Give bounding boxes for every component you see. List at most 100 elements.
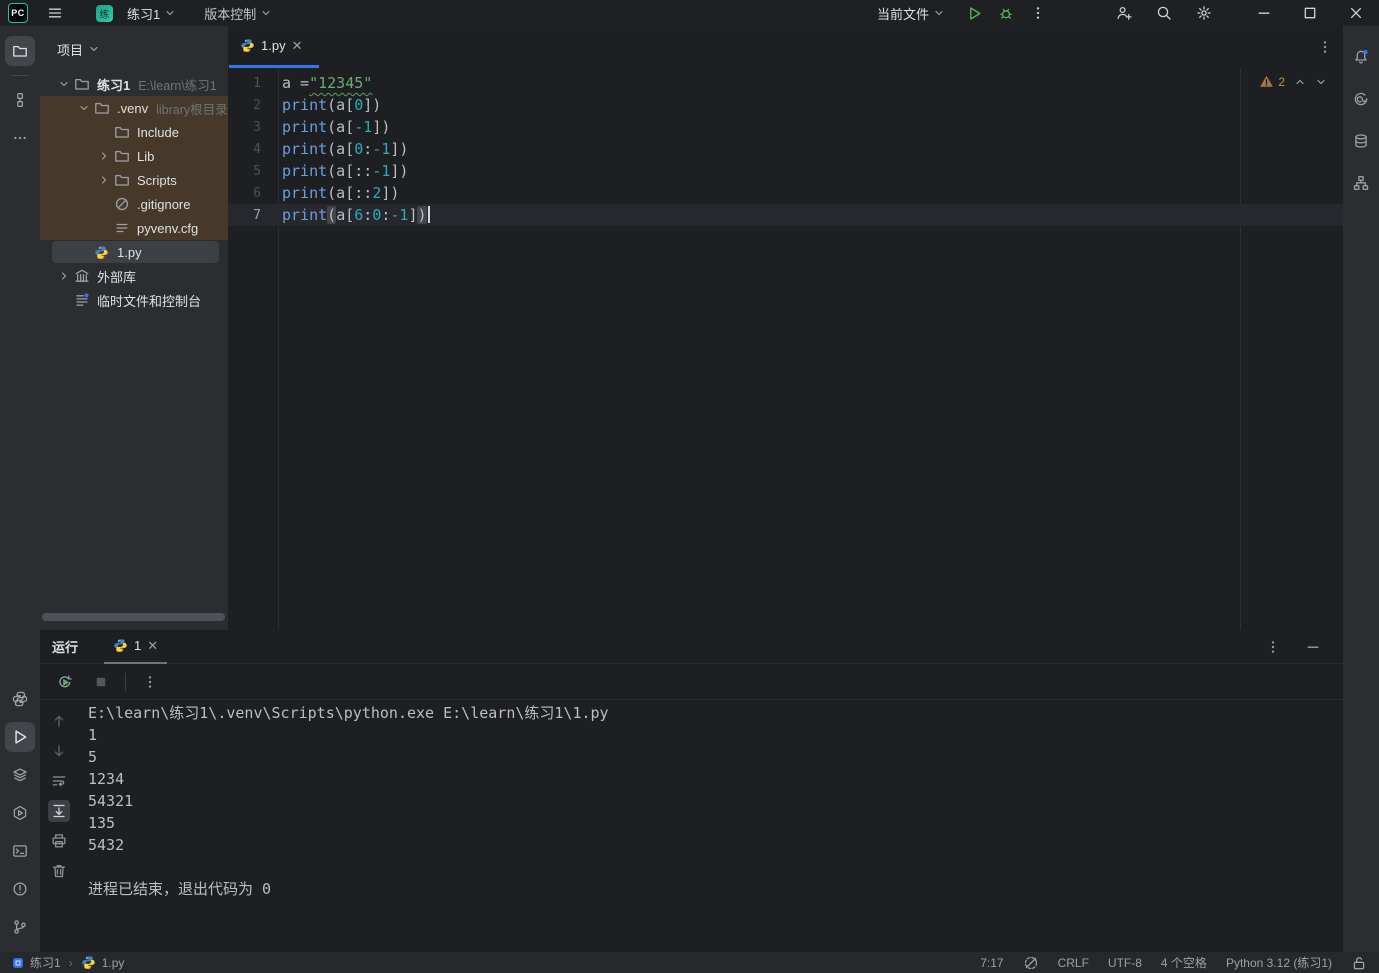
code-line[interactable]: 6print(a[::2]): [228, 182, 1343, 204]
rerun-button[interactable]: [53, 670, 77, 694]
code-editor-area[interactable]: 1a ="12345"2print(a[0])3print(a[-1])4pri…: [228, 68, 1343, 630]
python-icon: [81, 955, 96, 970]
console-line: E:\learn\练习1\.venv\Scripts\python.exe E:…: [88, 702, 1343, 724]
tree-item[interactable]: .gitignore: [40, 192, 228, 216]
tree-item-secondary: library根目录: [156, 99, 228, 118]
line-number: 5: [228, 164, 278, 179]
debug-button[interactable]: [993, 2, 1019, 24]
run-tool-button[interactable]: [5, 722, 35, 752]
line-separator[interactable]: CRLF: [1058, 956, 1089, 970]
prev-problem-button[interactable]: [1294, 76, 1306, 88]
tree-item[interactable]: Lib: [40, 144, 228, 168]
tree-item-label: 1.py: [117, 245, 142, 260]
breadcrumb-label[interactable]: 练习1: [30, 954, 61, 971]
tree-item-secondary: E:\learn\练习1: [138, 75, 217, 94]
chevron-down-icon[interactable]: [54, 78, 74, 90]
window-close-button[interactable]: [1333, 0, 1379, 26]
tree-item[interactable]: Scripts: [40, 168, 228, 192]
code-line[interactable]: 7print(a[6:0:-1]): [228, 204, 1343, 226]
token-plain: ]): [390, 140, 408, 158]
code-text: print(a[::-1]): [278, 162, 408, 180]
code-line[interactable]: 4print(a[0:-1]): [228, 138, 1343, 160]
hide-panel-button[interactable]: [1301, 635, 1325, 659]
tree-item[interactable]: 临时文件和控制台: [40, 288, 228, 312]
code-line[interactable]: 1a ="12345": [228, 72, 1343, 94]
vcs-menu[interactable]: 版本控制: [204, 4, 272, 23]
run-config-selector[interactable]: 当前文件: [877, 4, 945, 23]
tree-item[interactable]: 外部库: [40, 264, 228, 288]
project-panel-header[interactable]: 项目: [40, 26, 228, 72]
bug-icon: [998, 5, 1014, 21]
indent-style[interactable]: 4 个空格: [1161, 954, 1207, 971]
write-access-lock[interactable]: [1351, 955, 1367, 971]
hierarchy-icon: [1353, 175, 1369, 191]
run-console-output[interactable]: E:\learn\练习1\.venv\Scripts\python.exe E:…: [78, 700, 1343, 952]
python-interpreter[interactable]: Python 3.12 (练习1): [1226, 954, 1332, 971]
chevron-down-icon[interactable]: [74, 102, 94, 114]
version-control-tool-button[interactable]: [5, 912, 35, 942]
problems-tool-button[interactable]: [5, 874, 35, 904]
structure-tool-button[interactable]: [5, 85, 35, 115]
horizontal-scrollbar[interactable]: [42, 613, 225, 621]
run-tab[interactable]: 1 ✕: [104, 630, 167, 664]
python-outline-icon: [12, 691, 28, 707]
tree-item-label: 临时文件和控制台: [97, 291, 201, 310]
code-line[interactable]: 3print(a[-1]): [228, 116, 1343, 138]
console-more-button[interactable]: [138, 670, 162, 694]
terminal-tool-button[interactable]: [5, 836, 35, 866]
chevron-right-icon[interactable]: [94, 174, 114, 186]
ai-assistant-button[interactable]: [1346, 84, 1376, 114]
tree-item[interactable]: .venvlibrary根目录: [40, 96, 228, 120]
code-text: print(a[6:0:-1]): [278, 206, 430, 224]
services-tool-button[interactable]: [5, 760, 35, 790]
caret-position[interactable]: 7:17: [980, 956, 1003, 970]
code-line[interactable]: 5print(a[::-1]): [228, 160, 1343, 182]
ignored-icon: [114, 196, 131, 212]
breadcrumb-label[interactable]: 1.py: [102, 956, 125, 970]
tree-item[interactable]: 练习1E:\learn\练习1: [40, 72, 228, 96]
tab-options-button[interactable]: [1317, 39, 1333, 55]
next-problem-button[interactable]: [1315, 76, 1327, 88]
file-encoding[interactable]: UTF-8: [1108, 956, 1142, 970]
settings-button[interactable]: [1191, 2, 1217, 24]
python-file-icon: [240, 38, 255, 53]
code-line[interactable]: 2print(a[0]): [228, 94, 1343, 116]
project-selector[interactable]: 练习1: [127, 4, 176, 23]
hierarchy-tool-button[interactable]: [1346, 168, 1376, 198]
tree-item[interactable]: 1.py: [40, 240, 228, 264]
chevron-right-icon[interactable]: [54, 270, 74, 282]
console-line: 1234: [88, 768, 1343, 790]
notifications-button[interactable]: [1346, 42, 1376, 72]
run-panel-options-button[interactable]: [1261, 635, 1285, 659]
clear-console-button[interactable]: [48, 860, 70, 882]
inspection-widget[interactable]: 2: [1259, 74, 1327, 89]
window-minimize-button[interactable]: [1241, 0, 1287, 26]
database-tool-button[interactable]: [1346, 126, 1376, 156]
close-tab-icon[interactable]: ✕: [292, 39, 303, 52]
more-run-actions-button[interactable]: [1025, 2, 1051, 24]
token-fn: print: [282, 118, 327, 136]
close-run-tab-icon[interactable]: ✕: [147, 639, 158, 652]
run-button[interactable]: [961, 2, 987, 24]
project-tool-button[interactable]: [5, 36, 35, 66]
soft-wrap-button[interactable]: [48, 770, 70, 792]
search-everywhere-button[interactable]: [1151, 2, 1177, 24]
tree-item[interactable]: pyvenv.cfg: [40, 216, 228, 240]
up-stacktrace-button[interactable]: [48, 710, 70, 732]
down-stacktrace-button[interactable]: [48, 740, 70, 762]
print-button[interactable]: [48, 830, 70, 852]
stop-button[interactable]: [89, 670, 113, 694]
tree-item[interactable]: Include: [40, 120, 228, 144]
python-console-tool-button[interactable]: [5, 684, 35, 714]
run-toolbar: [40, 664, 1343, 700]
scroll-to-end-button[interactable]: [48, 800, 70, 822]
more-tool-windows-button[interactable]: [5, 123, 35, 153]
editor-tab[interactable]: 1.py ✕: [229, 26, 319, 68]
chevron-right-icon[interactable]: [94, 150, 114, 162]
window-maximize-button[interactable]: [1287, 0, 1333, 26]
code-with-me-button[interactable]: [1111, 2, 1137, 24]
main-menu-button[interactable]: [42, 2, 68, 24]
token-plain: ]): [372, 118, 390, 136]
python-packages-tool-button[interactable]: [5, 798, 35, 828]
inspections-widget[interactable]: [1023, 955, 1039, 971]
